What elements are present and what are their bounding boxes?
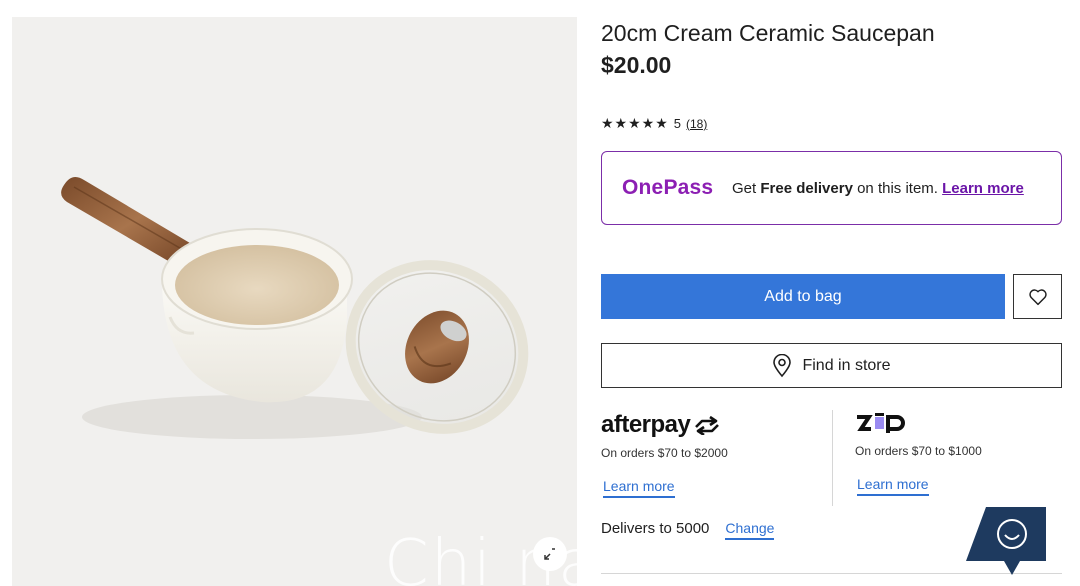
rating-summary: ★★★★★ 5 (18) — [601, 115, 707, 132]
zip-logo-mark — [857, 413, 905, 433]
find-in-store-label: Find in store — [802, 356, 891, 374]
add-to-bag-button[interactable]: Add to bag — [601, 274, 1005, 319]
onepass-banner: OnePass Get Free delivery on this item. … — [601, 151, 1062, 225]
zip-logo — [855, 410, 1055, 436]
product-info: 20cm Cream Ceramic Saucepan $20.00 ★★★★★… — [601, 0, 1063, 586]
product-image — [61, 176, 529, 439]
onepass-logo: OnePass — [622, 176, 714, 199]
product-price: $20.00 — [601, 52, 672, 78]
location-pin-icon — [773, 353, 792, 377]
onepass-text-suffix: on this item. — [852, 179, 943, 197]
chat-smile-icon — [966, 507, 1046, 575]
payment-divider — [832, 410, 833, 506]
zip-note: On orders $70 to $1000 — [855, 444, 982, 458]
onepass-text-prefix: Get — [732, 179, 761, 197]
product-image-panel[interactable]: Chi na — [12, 17, 577, 586]
expand-icon — [544, 548, 555, 560]
zip-section: On orders $70 to $1000 Learn more — [855, 410, 1055, 496]
afterpay-logo-text: afterpay — [601, 411, 691, 438]
delivery-text: Delivers to 5000 — [601, 520, 710, 537]
onepass-message: Get Free delivery on this item. Learn mo… — [732, 180, 1032, 197]
zip-learn-more-link[interactable]: Learn more — [857, 476, 929, 496]
delivery-location: Delivers to 5000 Change — [601, 520, 775, 540]
onepass-free-delivery: Free delivery — [760, 179, 853, 197]
afterpay-logo: afterpay — [601, 410, 831, 440]
change-postcode-link[interactable]: Change — [725, 520, 775, 540]
rating-score: 5 — [673, 116, 681, 131]
star-rating-icons: ★★★★★ — [601, 115, 669, 131]
wishlist-button[interactable] — [1013, 274, 1062, 319]
review-count-link[interactable]: (18) — [686, 117, 707, 131]
heart-icon — [1028, 288, 1047, 305]
find-in-store-button[interactable]: Find in store — [601, 343, 1062, 388]
expand-image-button[interactable] — [533, 537, 567, 571]
afterpay-arrows-icon — [695, 415, 720, 435]
onepass-learn-more-link[interactable]: Learn more — [942, 180, 1024, 197]
product-title: 20cm Cream Ceramic Saucepan — [601, 20, 935, 46]
afterpay-section: afterpay On orders $70 to $2000 Learn mo… — [601, 410, 831, 498]
afterpay-learn-more-link[interactable]: Learn more — [603, 478, 675, 498]
chat-widget-button[interactable] — [966, 507, 1046, 577]
afterpay-note: On orders $70 to $2000 — [601, 446, 728, 460]
